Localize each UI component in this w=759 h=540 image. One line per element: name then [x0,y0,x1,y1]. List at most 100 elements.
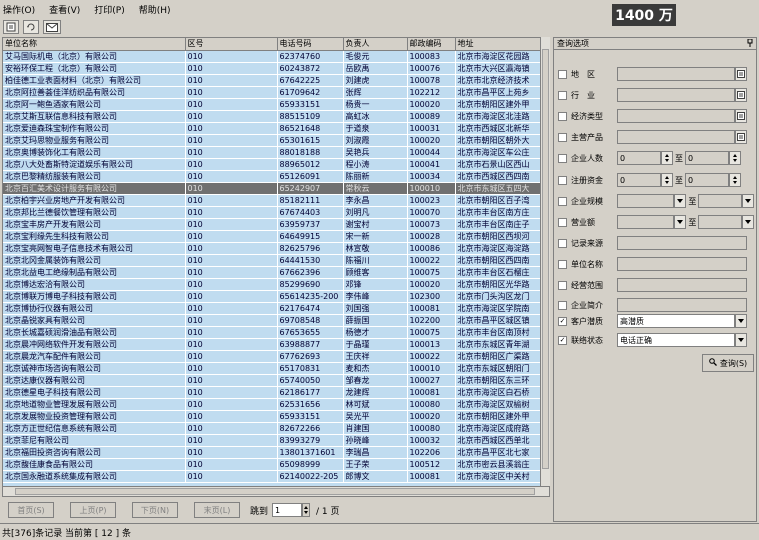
next-page-button[interactable]: 下页(N) [132,502,178,518]
filter-checkbox[interactable] [558,196,567,206]
horizontal-scroll-thumb[interactable] [15,488,535,495]
mail-icon[interactable] [43,20,61,34]
table-row[interactable]: 柏佳德工业表面材料（北京）有限公司 010 67642225 刘建虎 100078 北京市… [3,74,549,87]
table-row[interactable]: 北京发展物业投资管理有限公司 010 65933151 吴光平 100020 北京市朝阳区… [3,410,549,423]
range-from-select[interactable] [616,215,675,229]
menu-help[interactable]: 帮助(H) [139,3,171,16]
filter-text-field[interactable] [617,278,747,292]
range-to-field[interactable]: 0 [685,151,729,165]
range-from-field[interactable]: 0 [617,151,661,165]
dropdown-arrow-icon[interactable] [742,194,754,208]
table-row[interactable]: 北京博联万博电子科技有限公司 010 65614235-200 李伟峰 102300 北京… [3,290,549,303]
spin-updown-icon[interactable] [661,173,673,187]
filter-checkbox[interactable] [558,175,567,185]
col-header-phone[interactable]: 电话号码 [277,38,344,51]
last-page-button[interactable]: 末页(L) [194,502,240,518]
grid-vertical-scrollbar[interactable] [540,37,550,486]
filter-checkbox[interactable] [558,111,567,121]
range-to-field[interactable]: 0 [685,173,729,187]
dropdown-arrow-icon[interactable] [735,314,747,328]
lookup-icon[interactable] [735,109,747,123]
table-row[interactable]: 北京方正世纪信息系统有限公司 010 82672266 肖建国 100080 北京市海淀区… [3,422,549,435]
menu-view[interactable]: 查看(V) [49,3,80,16]
dropdown-arrow-icon[interactable] [674,194,687,208]
dropdown-arrow-icon[interactable] [735,333,747,347]
vertical-scroll-thumb[interactable] [542,49,549,469]
filter-value-field[interactable] [617,109,735,123]
menu-print[interactable]: 打印(P) [94,3,124,16]
table-row[interactable]: 北京宝亮网智电子信息技术有限公司 010 82625796 林宣敬 100086 北京市海… [3,242,549,255]
table-row[interactable]: 北京晨龙汽车配件有限公司 010 67762693 王庆祥 100022 北京市朝阳区广渠… [3,350,549,363]
table-row[interactable]: 北京北益电工绝缘制品有限公司 010 67662396 顾维客 100075 北京市丰台区… [3,266,549,279]
filter-checkbox[interactable] [558,132,567,142]
table-row[interactable]: 北京柏宇兴业房地产开发有限公司 010 85182111 李永昌 100023 北京市朝阳… [3,194,549,207]
filter-select[interactable]: 高潜质 [617,314,735,328]
spin-updown-icon[interactable] [729,151,741,165]
table-row[interactable]: 北京晶锐家具有限公司 010 69708548 薛振国 102200 北京市昌平区城区镇 [3,314,549,327]
filter-checkbox[interactable]: ✓ [558,316,567,326]
table-row[interactable]: 北京百汇美术设计服务有限公司 010 65242907 常秋云 100010 北京市东城区… [3,182,549,195]
filter-checkbox[interactable] [558,217,567,227]
range-to-select[interactable] [698,194,743,208]
filter-select[interactable]: 电话正确 [617,333,735,347]
table-row[interactable]: 北京阿一鲍鱼酒家有限公司 010 65933151 杨贵一 100020 北京市朝阳区建外… [3,98,549,111]
table-row[interactable]: 北京晨冲网络软件开发有限公司 010 63988877 于晶瑾 100013 北京市东城区… [3,338,549,351]
table-row[interactable]: 安裕环保工程（北京）有限公司 010 60243872 岳欧禹 100076 北京市大兴区… [3,62,549,75]
table-row[interactable]: 北京宝丰房产开发有限公司 010 63959737 谢宝村 100073 北京市丰台区南庄… [3,218,549,231]
dropdown-arrow-icon[interactable] [674,215,687,229]
page-number-input[interactable]: 1 [272,503,303,517]
table-row[interactable]: 北京福田投资咨询有限公司 010 13801371601 李瑞昌 102206 北京市昌平… [3,446,549,459]
range-to-select[interactable] [698,215,743,229]
spin-updown-icon[interactable] [302,503,311,517]
lookup-icon[interactable] [735,67,747,81]
table-row[interactable]: 北京博协行仪器有限公司 010 62176474 刘国强 100081 北京市海淀区学院南 [3,302,549,315]
table-row[interactable]: 北京艾玛思物业服务有限公司 010 65301615 刘淑霞 100020 北京市朝阳区朝… [3,134,549,147]
table-row[interactable]: 北京爱迪森珠宝制作有限公司 010 86521648 于道泉 100031 北京市西城区北… [3,122,549,135]
prev-page-button[interactable]: 上页(P) [70,502,116,518]
filter-checkbox[interactable] [558,300,567,310]
range-from-select[interactable] [616,194,675,208]
table-row[interactable]: 艾马国际机电（北京）有限公司 010 62374760 毛俊元 100083 北京市海淀区… [3,50,549,63]
filter-text-field[interactable] [617,298,747,312]
query-button[interactable]: 查询(S) [702,354,754,372]
filter-text-field[interactable] [617,257,747,271]
table-row[interactable]: 北京国永融道系统集成有限公司 010 62140022-205 郎博文 100081 北京… [3,470,549,483]
results-grid[interactable]: 单位名称 区号 电话号码 负责人 邮政编码 地址 艾马国际机电（北京）有限公司 0… [2,37,550,497]
spin-updown-icon[interactable] [729,173,741,187]
table-row[interactable]: 北京博达宏洽有限公司 010 85299690 邓锋 100020 北京市朝阳区光华路 [3,278,549,291]
col-header-contact[interactable]: 负责人 [343,38,408,51]
spin-updown-icon[interactable] [661,151,673,165]
table-row[interactable]: 北京艾斯互联信息科技有限公司 010 88515109 高虹冰 100089 北京市海淀区… [3,110,549,123]
table-row[interactable]: 北京达康仪器有限公司 010 65740050 邹春龙 100027 北京市朝阳区东三环 [3,374,549,387]
grid-horizontal-scrollbar[interactable] [2,486,550,497]
table-row[interactable]: 北京馥佳康食品有限公司 010 65098999 王子荣 100512 北京市密云县溪翁庄 [3,458,549,471]
filter-checkbox[interactable] [558,259,567,269]
first-page-button[interactable]: 首页(S) [8,502,54,518]
table-row[interactable]: 北京阿拉善荟佳洋纺织品有限公司 010 61709642 张辉 102212 北京市昌平区… [3,86,549,99]
filter-value-field[interactable] [617,67,735,81]
filter-value-field[interactable] [617,130,735,144]
refresh-icon[interactable] [23,20,39,34]
menu-operate[interactable]: 操作(O) [3,3,35,16]
filter-checkbox[interactable] [558,238,567,248]
table-row[interactable]: 北京邦比兰德餐饮管理有限公司 010 67674403 刘明凡 100070 北京市丰台区… [3,206,549,219]
table-row[interactable]: 北京宝利缘先生科技有限公司 010 64649915 宋一新 100028 北京市朝阳区西… [3,230,549,243]
export-icon[interactable] [3,20,19,34]
col-header-company[interactable]: 单位名称 [3,38,186,51]
dropdown-arrow-icon[interactable] [742,215,754,229]
filter-checkbox[interactable]: ✓ [558,335,567,345]
pin-icon[interactable] [747,38,753,49]
table-row[interactable]: 北京地道物业管理发展有限公司 010 62531656 林可斌 100080 北京市海淀区… [3,398,549,411]
table-row[interactable]: 北京巴黎精纺服装有限公司 010 65126091 陈丽新 100034 北京市西城区西四… [3,170,549,183]
filter-checkbox[interactable] [558,69,567,79]
col-header-address[interactable]: 地址 [455,38,549,51]
filter-checkbox[interactable] [558,153,567,163]
filter-text-field[interactable] [617,236,747,250]
table-row[interactable]: 北京长城嘉硕润滑油品有限公司 010 67653655 杨德才 100075 北京市丰台区… [3,326,549,339]
lookup-icon[interactable] [735,130,747,144]
table-row[interactable]: 北京菲尼有限公司 010 83993279 孙晓峰 100032 北京市西城区西单北 [3,434,549,447]
filter-checkbox[interactable] [558,280,567,290]
table-row[interactable]: 北京北冈金属装饰有限公司 010 64441530 陈福川 100022 北京市朝阳区西四… [3,254,549,267]
lookup-icon[interactable] [735,88,747,102]
table-row[interactable]: 北京德星电子科技有限公司 010 62186177 龙建辉 100081 北京市海淀区白石… [3,386,549,399]
